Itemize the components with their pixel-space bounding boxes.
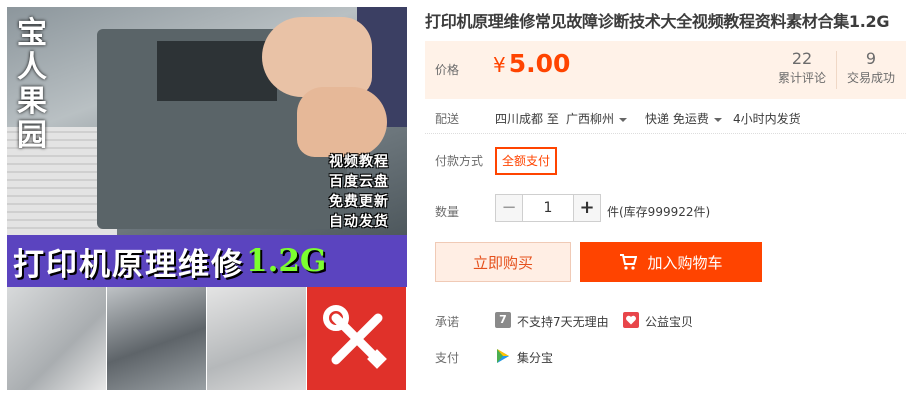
jifenbao-icon — [495, 348, 511, 364]
destination-value: 广西柳州 — [566, 112, 615, 126]
price-label: 价格 — [435, 63, 460, 77]
collage-photo — [107, 287, 207, 390]
image-collage — [7, 287, 407, 390]
destination-select[interactable]: 广西柳州 — [566, 110, 628, 127]
sold-count-stat: 9 交易成功 — [837, 49, 905, 87]
payment-method-label: 付款方式 — [435, 154, 484, 168]
hand-graphic — [297, 87, 387, 157]
cart-icon — [620, 254, 638, 270]
promo-line: 百度云盘 — [329, 174, 389, 190]
quantity-decrease-button[interactable]: − — [495, 194, 523, 222]
review-count: 22 — [791, 49, 813, 68]
review-count-label: 累计评论 — [777, 71, 826, 85]
promise-label: 承诺 — [435, 315, 460, 329]
add-to-cart-label: 加入购物车 — [647, 254, 723, 272]
quantity-input[interactable] — [523, 194, 573, 222]
payment-option-full[interactable]: 全额支付 — [495, 147, 558, 175]
no-return-text[interactable]: 不支持7天无理由 — [517, 313, 609, 330]
currency-symbol: ¥ — [493, 53, 506, 77]
calligraphy-logo: 宝人果园 — [17, 16, 47, 153]
promo-line: 自动发货 — [329, 214, 389, 230]
sold-count: 9 — [865, 49, 877, 68]
no-return-icon: 7 — [495, 312, 511, 328]
quantity-increase-button[interactable]: + — [573, 194, 601, 222]
quantity-label: 数量 — [435, 205, 460, 219]
printer-top-graphic — [157, 41, 277, 101]
chevron-down-icon — [619, 117, 628, 122]
banner-size: 1.2G — [246, 243, 327, 279]
price-panel: 价格 ¥5.00 22 累计评论 9 交易成功 — [425, 41, 906, 99]
quantity-stepper: − + — [495, 194, 601, 222]
sold-count-label: 交易成功 — [846, 71, 895, 85]
chevron-down-icon — [713, 117, 722, 122]
collage-photo — [7, 287, 107, 390]
price-value: ¥5.00 — [493, 49, 570, 78]
shipping-value: 快递 免运费 — [645, 112, 709, 126]
banner-title: 打印机原理维修 — [13, 246, 244, 283]
image-banner: 打印机原理维修 1.2G — [7, 235, 407, 287]
buy-now-button[interactable]: 立即购买 — [435, 242, 571, 282]
stock-text: 件(库存999922件) — [607, 205, 711, 219]
hand-graphic — [262, 17, 372, 97]
charity-text[interactable]: 公益宝贝 — [645, 313, 693, 330]
pay-method-text[interactable]: 集分宝 — [517, 349, 553, 366]
delivery-label: 配送 — [435, 112, 460, 126]
dispatch-time: 4小时内发货 — [733, 112, 801, 126]
promo-line: 视频教程 — [329, 154, 389, 170]
main-photo: 宝人果园 视频教程 百度云盘 免费更新 自动发货 — [7, 7, 407, 235]
collage-photo — [207, 287, 307, 390]
add-to-cart-button[interactable]: 加入购物车 — [580, 242, 762, 282]
divider — [425, 133, 906, 134]
promo-text-block: 视频教程 百度云盘 免费更新 自动发货 — [329, 152, 407, 232]
wrench-screwdriver-icon — [307, 287, 407, 390]
product-image[interactable]: 宝人果园 视频教程 百度云盘 免费更新 自动发货 打印机原理维修 1.2G — [7, 7, 407, 390]
review-count-link[interactable]: 22 累计评论 — [768, 49, 836, 87]
product-title: 打印机原理维修常见故障诊断技术大全视频教程资料素材合集1.2G — [425, 12, 890, 31]
delivery-origin: 四川成都 至 — [495, 112, 559, 126]
promo-line: 免费更新 — [329, 194, 389, 210]
pay-label: 支付 — [435, 351, 460, 365]
shipping-select[interactable]: 快递 免运费 — [645, 110, 722, 127]
price-amount: 5.00 — [508, 49, 571, 78]
charity-heart-icon — [623, 312, 639, 328]
